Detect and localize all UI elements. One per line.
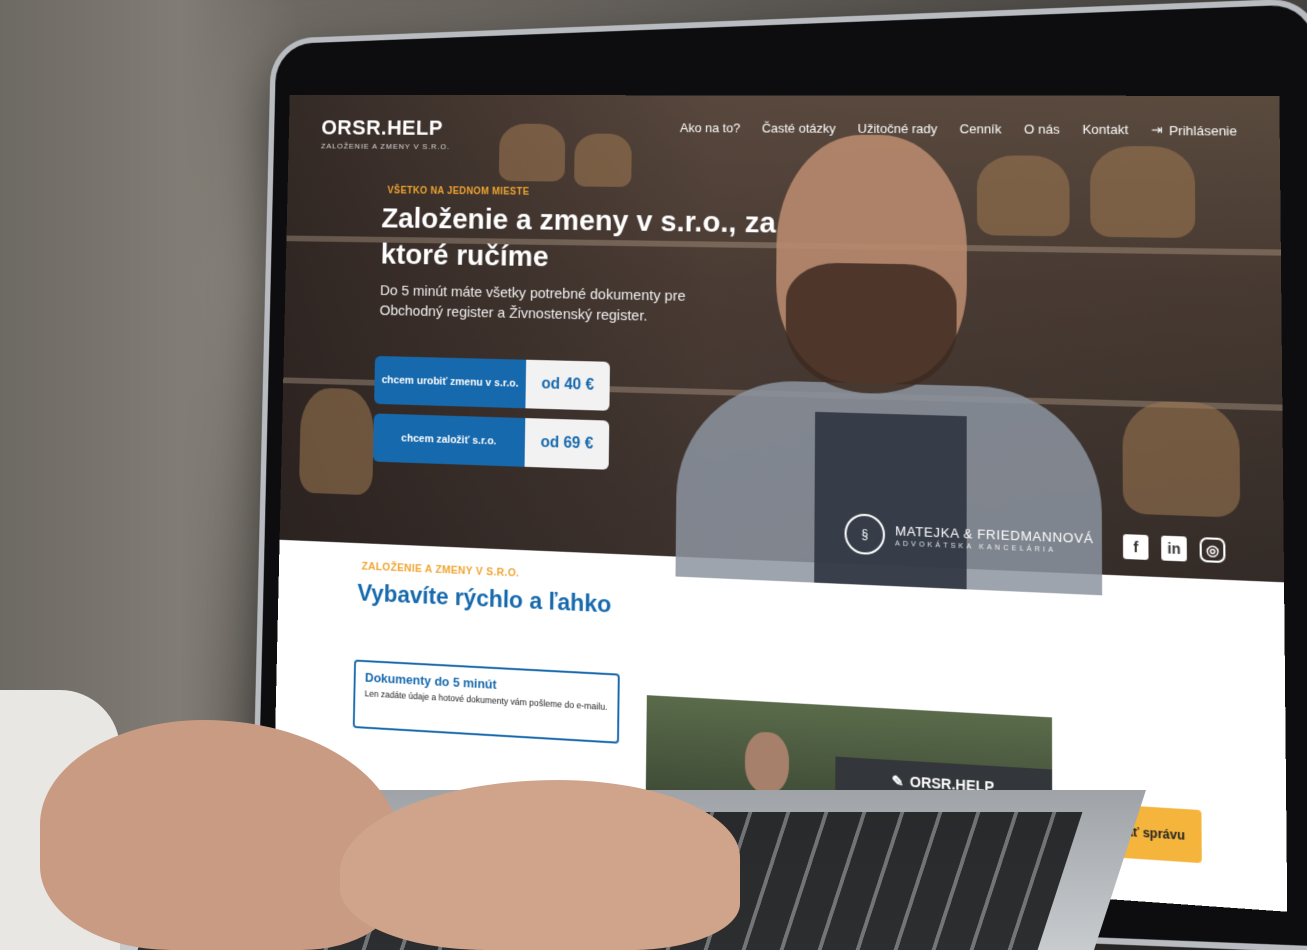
hero-section: ORSR.HELP ZALOŽENIE A ZMENY V S.R.O. Ako… xyxy=(279,94,1285,596)
nav-item-cennik[interactable]: Cenník xyxy=(960,121,1002,137)
section-eyebrow: ZALOŽENIE A ZMENY V S.R.O. xyxy=(361,560,520,580)
bread-loaf xyxy=(574,133,632,187)
hero-subtitle: Do 5 minút máte všetky potrebné dokument… xyxy=(379,282,686,325)
feature-card: Dokumenty do 5 minút Len zadáte údaje a … xyxy=(352,659,620,744)
nav-item-uzitocne-rady[interactable]: Užitočné rady xyxy=(858,121,938,137)
nav-item-caste-otazky[interactable]: Časté otázky xyxy=(762,121,836,137)
login-icon: ⇥ xyxy=(1151,121,1163,138)
nav-item-ako-na-to[interactable]: Ako na to? xyxy=(680,120,740,136)
nav-item-o-nas[interactable]: O nás xyxy=(1024,122,1060,138)
cta-change-price: od 40 € xyxy=(525,359,610,411)
cta-found-button[interactable]: chcem založiť s.r.o. od 69 € xyxy=(372,413,610,470)
seal-icon: § xyxy=(844,513,886,556)
bread-loaf xyxy=(1090,145,1196,239)
baker-beard xyxy=(785,262,957,396)
bread-loaf xyxy=(298,387,375,496)
logo-tagline: ZALOŽENIE A ZMENY V S.R.O. xyxy=(320,141,451,152)
bread-loaf xyxy=(977,155,1070,237)
cta-change-label: chcem urobiť zmenu v s.r.o. xyxy=(374,355,527,409)
cta-found-price: od 69 € xyxy=(524,418,610,470)
section-title: Vybavíte rýchlo a ľahko xyxy=(357,579,612,619)
baker-apron xyxy=(814,411,967,590)
logo-mark-icon: ✎ xyxy=(891,771,904,790)
cta-change-button[interactable]: chcem urobiť zmenu v s.r.o. od 40 € xyxy=(374,355,610,411)
thumbnail-person xyxy=(744,730,790,795)
nav-item-kontakt[interactable]: Kontakt xyxy=(1082,122,1128,138)
facebook-icon[interactable]: f xyxy=(1122,534,1149,560)
cta-found-label: chcem založiť s.r.o. xyxy=(372,413,526,467)
login-label: Prihlásenie xyxy=(1168,122,1238,139)
social-links: f in ◎ xyxy=(1122,534,1226,564)
main-nav: Ako na to? Časté otázky Užitočné rady Ce… xyxy=(680,120,1237,138)
login-link[interactable]: ⇥ Prihlásenie xyxy=(1151,122,1237,139)
bread-loaf xyxy=(498,123,566,182)
instagram-icon[interactable]: ◎ xyxy=(1199,537,1226,564)
hero-eyebrow: VŠETKO NA JEDNOM MIESTE xyxy=(387,185,530,198)
linkedin-icon[interactable]: in xyxy=(1161,535,1187,562)
site-logo[interactable]: ORSR.HELP ZALOŽENIE A ZMENY V S.R.O. xyxy=(321,116,451,151)
bread-loaf xyxy=(1122,400,1241,518)
hero-title: Založenie a zmeny v s.r.o., za ktoré ruč… xyxy=(380,202,776,273)
logo-text: ORSR.HELP xyxy=(321,115,444,140)
